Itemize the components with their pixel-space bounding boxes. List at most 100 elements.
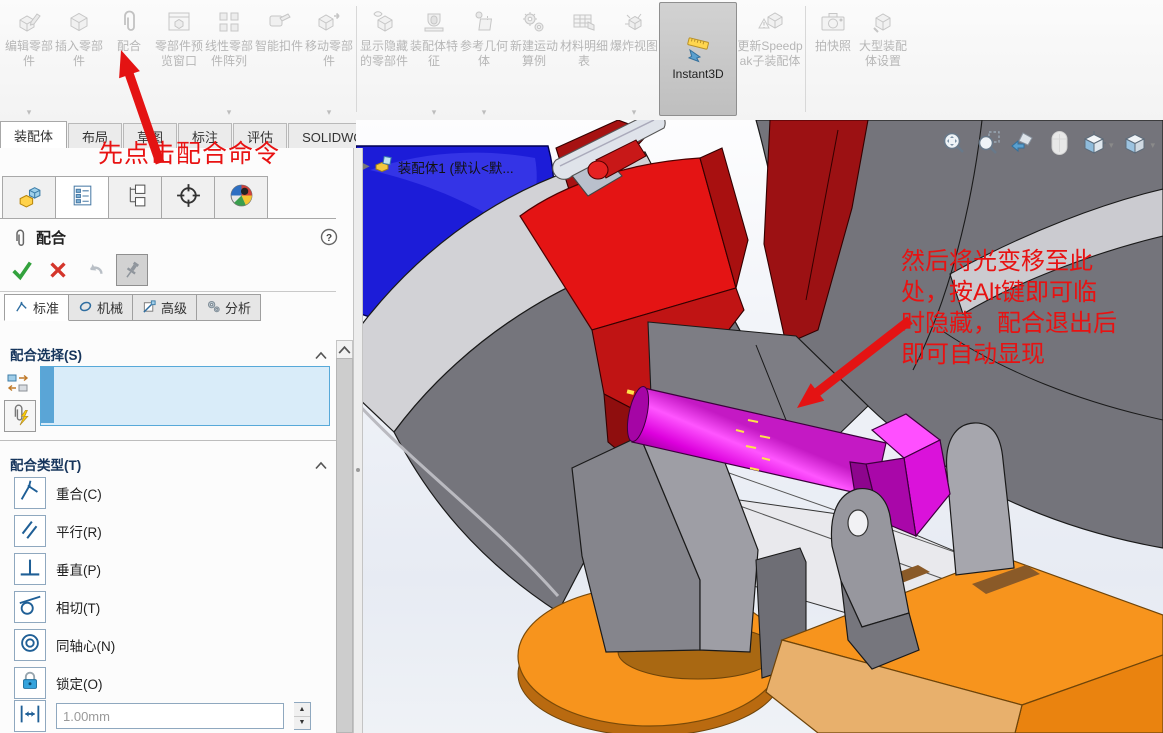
multiple-mate-mode-button[interactable] [4, 400, 36, 432]
mate-type-parallel[interactable]: 平行(R) [14, 514, 102, 548]
panel-tab-divider [0, 218, 336, 219]
parallel-icon [17, 516, 43, 547]
panel-scrollbar[interactable] [336, 340, 353, 733]
viewport-3d[interactable]: ▾▾ ▶ 装配体1 (默认<默... [356, 120, 1163, 733]
spinner-down-button[interactable]: ▼ [294, 717, 310, 730]
swap-mate-entities-icon[interactable] [5, 370, 31, 396]
mate-type-coincident[interactable]: 重合(C) [14, 476, 102, 510]
panel-tab-configurationmanager[interactable] [108, 176, 161, 219]
mate-type-lock[interactable]: 锁定(O) [14, 666, 103, 700]
mate-tab-standard[interactable]: 标准 [4, 294, 69, 321]
ribbon-tab-sketch[interactable]: 草图 [123, 123, 177, 148]
coincident-button[interactable] [14, 477, 46, 509]
spinner-up-button[interactable]: ▲ [294, 703, 310, 717]
mate-type-tangent[interactable]: 相切(T) [14, 590, 100, 624]
toolbar-item-label: Instant3D [672, 67, 723, 82]
toolbar-item-linear-component-pattern[interactable]: 线性零部件阵列▾ [204, 2, 254, 120]
toolbar-item-update-speedpak[interactable]: 更新Speedpak子装配体 [737, 2, 803, 120]
toolbar-item-instant3d[interactable]: Instant3D [659, 2, 737, 116]
panel-tab-propertymanager[interactable] [55, 176, 108, 219]
lock-icon [17, 668, 43, 699]
toolbar-item-reference-geometry[interactable]: 参考几何体▾ [459, 2, 509, 120]
headsup-view-orientation-button[interactable]: ▾ [1081, 130, 1114, 161]
ribbon-tab-markup[interactable]: 标注 [178, 123, 232, 148]
collapse-chevron-icon[interactable] [314, 457, 328, 466]
mate-selections-header: 配合选择(S) [10, 344, 82, 364]
perpendicular-button[interactable] [14, 553, 46, 585]
headsup-zoom-to-area-button[interactable] [976, 130, 1002, 161]
ok-button[interactable] [8, 256, 36, 284]
help-icon[interactable]: ? [320, 228, 338, 246]
chevron-down-icon[interactable]: ▾ [1109, 140, 1114, 151]
lock-button[interactable] [14, 667, 46, 699]
cancel-button[interactable] [44, 256, 72, 284]
panel-tab-featuremanager[interactable] [2, 176, 55, 219]
mate-type-perpendicular[interactable]: 垂直(P) [14, 552, 101, 586]
mate-types-header: 配合类型(T) [10, 454, 81, 474]
chevron-down-icon[interactable]: ▾ [482, 107, 487, 118]
toolbar-item-component-preview-window[interactable]: 零部件预览窗口 [154, 2, 204, 120]
chevron-down-icon[interactable]: ▾ [227, 107, 232, 118]
pm-props-icon [69, 182, 96, 214]
toolbar-item-smart-fasteners[interactable]: 智能扣件 [254, 2, 304, 120]
toolbar-item-mate[interactable]: 配合 [104, 2, 154, 120]
mate-tab-mechanical[interactable]: 机械 [69, 294, 133, 321]
mate-tab-analysis[interactable]: 分析 [197, 294, 261, 321]
chevron-down-icon[interactable]: ▾ [632, 107, 637, 118]
toolbar-item-label: 配合 [117, 39, 141, 54]
asm-feature-icon [420, 8, 448, 36]
pm-dimx-icon [175, 182, 202, 214]
scrollbar-thumb[interactable] [336, 358, 353, 733]
toolbar-item-label: 插入零部件 [54, 39, 104, 69]
keep-visible-pin-button[interactable] [116, 254, 148, 286]
gears-icon [520, 8, 548, 36]
chevron-down-icon[interactable]: ▾ [27, 107, 32, 118]
mate-type-label: 相切(T) [56, 597, 100, 617]
collapse-chevron-icon[interactable] [314, 347, 328, 356]
parallel-button[interactable] [14, 515, 46, 547]
selection-stripe [41, 367, 54, 423]
panel-tab-displaymanager[interactable] [214, 176, 268, 219]
headsup-display-style-button[interactable]: ▾ [1122, 130, 1155, 161]
distance-value-input[interactable] [56, 703, 284, 729]
undo-button[interactable] [80, 256, 108, 284]
toolbar-item-assembly-features[interactable]: 装配体特征▾ [409, 2, 459, 120]
mate-type-label: 同轴心(N) [56, 635, 115, 655]
concentric-button[interactable] [14, 629, 46, 661]
ribbon-tab-assembly[interactable]: 装配体 [0, 121, 67, 148]
mate-tab-label: 标准 [33, 298, 59, 317]
mate-tab-advanced[interactable]: 高级 [133, 294, 197, 321]
chevron-down-icon[interactable]: ▾ [432, 107, 437, 118]
toolbar-item-insert-component[interactable]: 插入零部件 [54, 2, 104, 120]
toolbar-item-bill-of-materials[interactable]: 材料明细表 [559, 2, 609, 120]
panel-splitter[interactable] [353, 148, 363, 733]
ribbon-tab-evaluate[interactable]: 评估 [233, 123, 287, 148]
toolbar-item-large-assembly-settings[interactable]: 大型装配体设置 [858, 2, 908, 120]
tangent-button[interactable] [14, 591, 46, 623]
distance-icon [17, 701, 43, 732]
toolbar-item-exploded-view[interactable]: 爆炸视图▾ [609, 2, 659, 120]
headsup-section-view-button[interactable] [1046, 130, 1072, 161]
distance-mate-button[interactable] [14, 700, 46, 732]
headsup-previous-view-button[interactable] [1011, 130, 1037, 161]
toolbar-item-take-snapshot[interactable]: 拍快照 [808, 2, 858, 120]
chevron-down-icon[interactable]: ▾ [327, 107, 332, 118]
toolbar-item-show-hidden-components[interactable]: 显示隐藏的零部件 [359, 2, 409, 120]
panel-tab-dimxpertmanager[interactable] [161, 176, 214, 219]
scrollbar-up-button[interactable] [336, 340, 353, 359]
assembly-model[interactable] [356, 120, 1163, 733]
toolbar-item-edit-component[interactable]: 编辑零部件▾ [4, 2, 54, 120]
mate-type-concentric[interactable]: 同轴心(N) [14, 628, 115, 662]
ribbon-tab-layout[interactable]: 布局 [68, 123, 122, 148]
toolbar-item-new-motion-study[interactable]: 新建运动算例 [509, 2, 559, 120]
headsup-zoom-to-fit-button[interactable] [941, 130, 967, 161]
cube-edit-icon [15, 8, 43, 36]
flyout-expand-icon[interactable]: ▶ [362, 161, 370, 172]
toolbar-item-label: 大型装配体设置 [858, 39, 908, 69]
chevron-down-icon[interactable]: ▾ [1150, 140, 1155, 151]
mate-selection-listbox[interactable] [40, 366, 330, 426]
quick-mate-icon [8, 402, 32, 431]
panel-tabs [2, 176, 268, 218]
toolbar-item-move-component[interactable]: 移动零部件▾ [304, 2, 354, 120]
fastener-icon [265, 8, 293, 36]
